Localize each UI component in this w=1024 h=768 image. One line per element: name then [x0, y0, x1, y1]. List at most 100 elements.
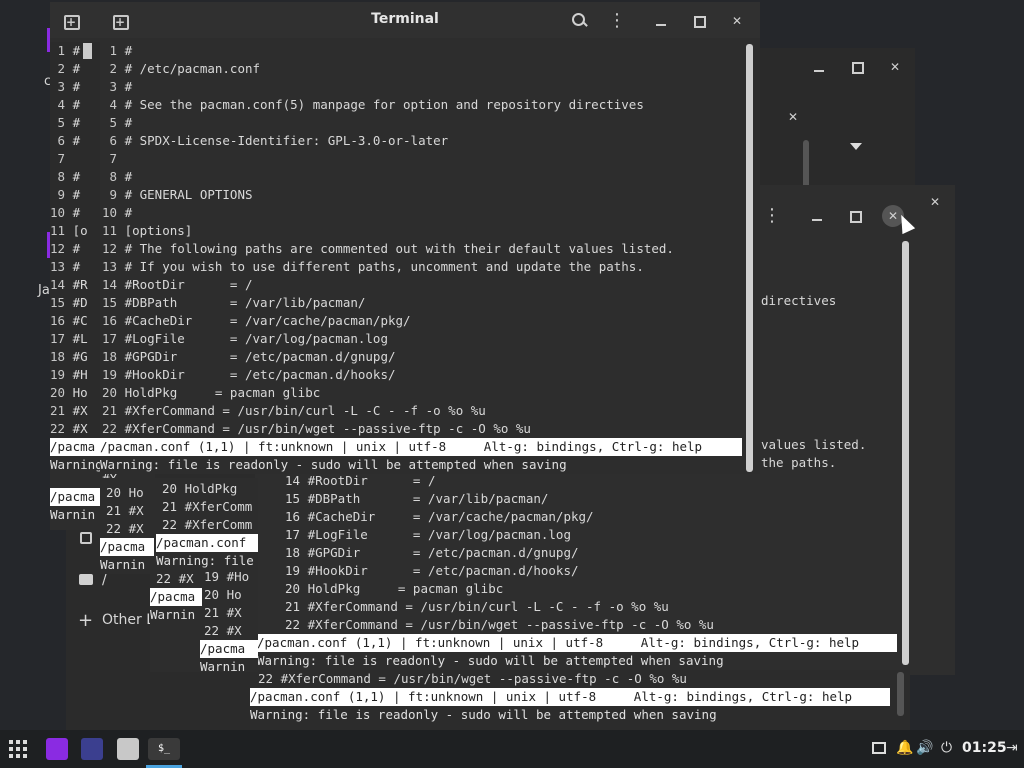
- line-number: 11: [50, 223, 73, 238]
- line-number: 8: [50, 169, 73, 184]
- minimize-icon[interactable]: [806, 205, 828, 227]
- line-text: #D: [72, 295, 88, 310]
- line-text: # GENERAL OPTIONS: [124, 187, 253, 202]
- line-text: #: [72, 187, 81, 202]
- path-label[interactable]: /: [102, 572, 107, 588]
- editor-pane[interactable]: (function(){ const pane = document.curre…: [102, 42, 742, 438]
- line-number: 13: [50, 259, 73, 274]
- close-icon[interactable]: [884, 56, 906, 78]
- line-number: 2: [50, 61, 73, 76]
- maximize-icon[interactable]: [688, 10, 710, 32]
- scrollbar[interactable]: [897, 672, 904, 716]
- volume-icon[interactable]: 🔊: [916, 740, 933, 756]
- close-icon[interactable]: [726, 10, 748, 32]
- line-number: 10: [50, 205, 73, 220]
- maximize-icon[interactable]: [846, 56, 868, 78]
- left-pane-line: 18 #G: [50, 348, 88, 366]
- line-number: 6: [102, 133, 125, 148]
- files-app-icon[interactable]: [117, 738, 139, 760]
- purple-app-icon[interactable]: [46, 738, 68, 760]
- left-pane-line: 11 [o: [50, 222, 88, 240]
- line-text: #X: [72, 421, 88, 436]
- line-text: #G: [72, 349, 88, 364]
- code-line: 5 #: [102, 114, 133, 132]
- left-pane-line: 19 #H: [50, 366, 88, 384]
- plus-icon[interactable]: +: [78, 610, 93, 631]
- code-line: 8 #: [102, 168, 133, 186]
- network-app-icon[interactable]: [81, 738, 103, 760]
- line-number: 14: [50, 277, 73, 292]
- close-icon[interactable]: [782, 106, 804, 128]
- line-text: # See the pacman.conf(5) manpage for opt…: [124, 97, 644, 112]
- left-pane[interactable]: (function(){ const pane = document.curre…: [50, 42, 100, 438]
- power-icon[interactable]: ⏻: [941, 740, 952, 756]
- terminal-app-icon[interactable]: $_: [148, 738, 180, 760]
- warning-line: Warnin: [50, 507, 96, 522]
- line-number: 9: [102, 187, 125, 202]
- status-bar: /pacma: [50, 488, 102, 506]
- menu-icon[interactable]: [606, 10, 628, 32]
- scrollbar[interactable]: [902, 241, 909, 665]
- line-number: 19: [102, 367, 125, 382]
- code-line: 4 # See the pacman.conf(5) manpage for o…: [102, 96, 644, 114]
- code-line: 14 #RootDir = /: [285, 473, 436, 488]
- display-icon[interactable]: [872, 742, 886, 754]
- peek-line: directives: [761, 293, 837, 308]
- code-line: 22 #X: [106, 521, 144, 536]
- line-number: 18: [102, 349, 125, 364]
- main-terminal-window: Terminal (function(){ const pane = docum…: [50, 2, 760, 474]
- menu-icon[interactable]: [761, 205, 783, 227]
- code-line: 14 #RootDir = /: [102, 276, 253, 294]
- line-text: #C: [72, 313, 88, 328]
- file-manager-disk-icon[interactable]: [80, 532, 92, 544]
- close-icon[interactable]: [924, 191, 946, 213]
- line-number: 3: [50, 79, 73, 94]
- search-icon[interactable]: [568, 10, 590, 32]
- code-line: 16 #CacheDir = /var/cache/pacman/pkg/: [285, 509, 594, 524]
- line-text: #: [72, 169, 81, 184]
- minimize-icon[interactable]: [808, 56, 830, 78]
- scrollbar[interactable]: [746, 44, 753, 472]
- left-pane-line: 21 #X: [50, 402, 88, 420]
- line-text: # SPDX-License-Identifier: GPL-3.0-or-la…: [124, 133, 449, 148]
- warning-line: Warnin: [200, 659, 246, 672]
- left-pane-line: 10 #: [50, 204, 80, 222]
- left-pane-line: 17 #L: [50, 330, 88, 348]
- left-pane-line: 4 #: [50, 96, 81, 114]
- clock[interactable]: 01:25: [962, 740, 1007, 756]
- line-number: 16: [102, 313, 125, 328]
- line-text: #LogFile = /var/log/pacman.log: [124, 331, 388, 346]
- left-pane-line: 8 #: [50, 168, 81, 186]
- status-bar: /pacman.conf (1,1) | ft:unknown | unix |…: [257, 634, 897, 652]
- line-text: [o: [72, 223, 88, 238]
- line-text: #HookDir = /etc/pacman.d/hooks/: [124, 367, 396, 382]
- code-line: 7: [102, 150, 125, 168]
- line-text: # If you wish to use different paths, un…: [124, 259, 644, 274]
- peek-line: the paths.: [761, 455, 837, 470]
- line-number: 13: [102, 259, 125, 274]
- line-number: 9: [50, 187, 73, 202]
- line-number: 4: [102, 97, 125, 112]
- left-pane-line: 3 #: [50, 78, 81, 96]
- code-line: 22 #XferCommand = /usr/bin/wget --passiv…: [285, 617, 714, 632]
- dropdown-chevron-icon[interactable]: [850, 143, 862, 150]
- warning-line: Warnin: [150, 607, 196, 622]
- status-bar: /pacma: [150, 588, 202, 606]
- title-bar[interactable]: Terminal: [50, 2, 760, 38]
- line-text: #: [124, 79, 133, 94]
- bell-icon[interactable]: 🔔: [896, 740, 913, 756]
- line-number: 1: [50, 43, 73, 58]
- logout-icon[interactable]: ⇥: [1006, 740, 1018, 756]
- code-line: 2 # /etc/pacman.conf: [102, 60, 261, 78]
- minimize-icon[interactable]: [650, 10, 672, 32]
- code-line: 11 [options]: [102, 222, 192, 240]
- line-text: #: [72, 259, 81, 274]
- maximize-icon[interactable]: [844, 205, 866, 227]
- warning-line: Warnin: [100, 557, 146, 572]
- line-text: #: [124, 43, 133, 58]
- line-number: 8: [102, 169, 125, 184]
- line-text: #X: [72, 403, 88, 418]
- left-pane-line: 2 #: [50, 60, 81, 78]
- apps-grid-icon[interactable]: [8, 739, 28, 759]
- taskbar: $_ 🔔 🔊 ⏻ 01:25 ⇥: [0, 730, 1024, 768]
